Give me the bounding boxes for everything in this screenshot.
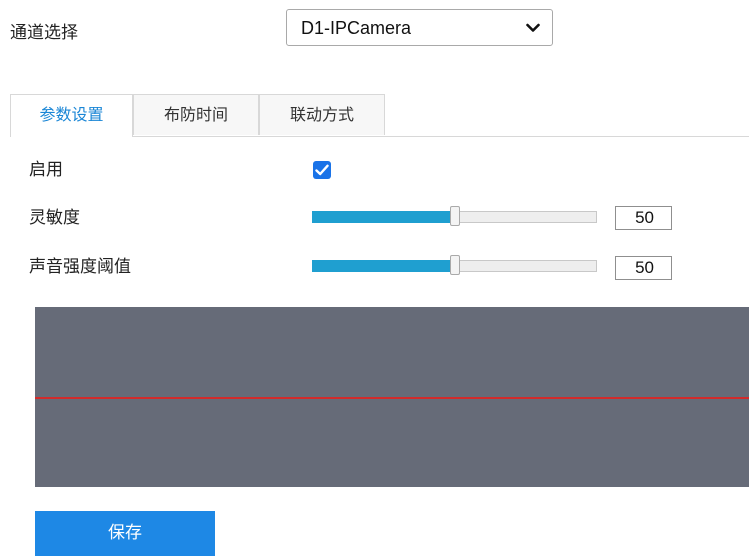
tab-arming-schedule[interactable]: 布防时间 bbox=[133, 94, 259, 135]
slider-handle[interactable] bbox=[449, 255, 460, 275]
enable-checkbox[interactable] bbox=[313, 161, 331, 179]
channel-select-dropdown[interactable]: D1-IPCamera bbox=[286, 9, 553, 46]
channel-select-label: 通道选择 bbox=[10, 23, 78, 43]
tab-parameter-settings[interactable]: 参数设置 bbox=[10, 94, 133, 137]
audio-waveform-display bbox=[35, 307, 749, 487]
slider-fill bbox=[312, 211, 455, 223]
slider-handle[interactable] bbox=[449, 206, 460, 226]
slider-fill bbox=[312, 260, 455, 272]
threshold-label: 声音强度阈值 bbox=[29, 257, 131, 277]
sensitivity-value-input[interactable]: 50 bbox=[615, 206, 672, 230]
chevron-down-icon bbox=[526, 23, 540, 32]
save-button[interactable]: 保存 bbox=[35, 511, 215, 556]
sensitivity-label: 灵敏度 bbox=[29, 208, 80, 228]
sensitivity-slider[interactable] bbox=[312, 206, 597, 226]
tab-bar: 参数设置 布防时间 联动方式 bbox=[10, 94, 749, 137]
channel-select-value: D1-IPCamera bbox=[301, 18, 412, 38]
threshold-line bbox=[35, 397, 749, 399]
checkmark-icon bbox=[315, 164, 329, 176]
tab-linkage-method[interactable]: 联动方式 bbox=[259, 94, 385, 135]
threshold-value-input[interactable]: 50 bbox=[615, 256, 672, 280]
enable-label: 启用 bbox=[29, 160, 63, 180]
threshold-slider[interactable] bbox=[312, 255, 597, 275]
